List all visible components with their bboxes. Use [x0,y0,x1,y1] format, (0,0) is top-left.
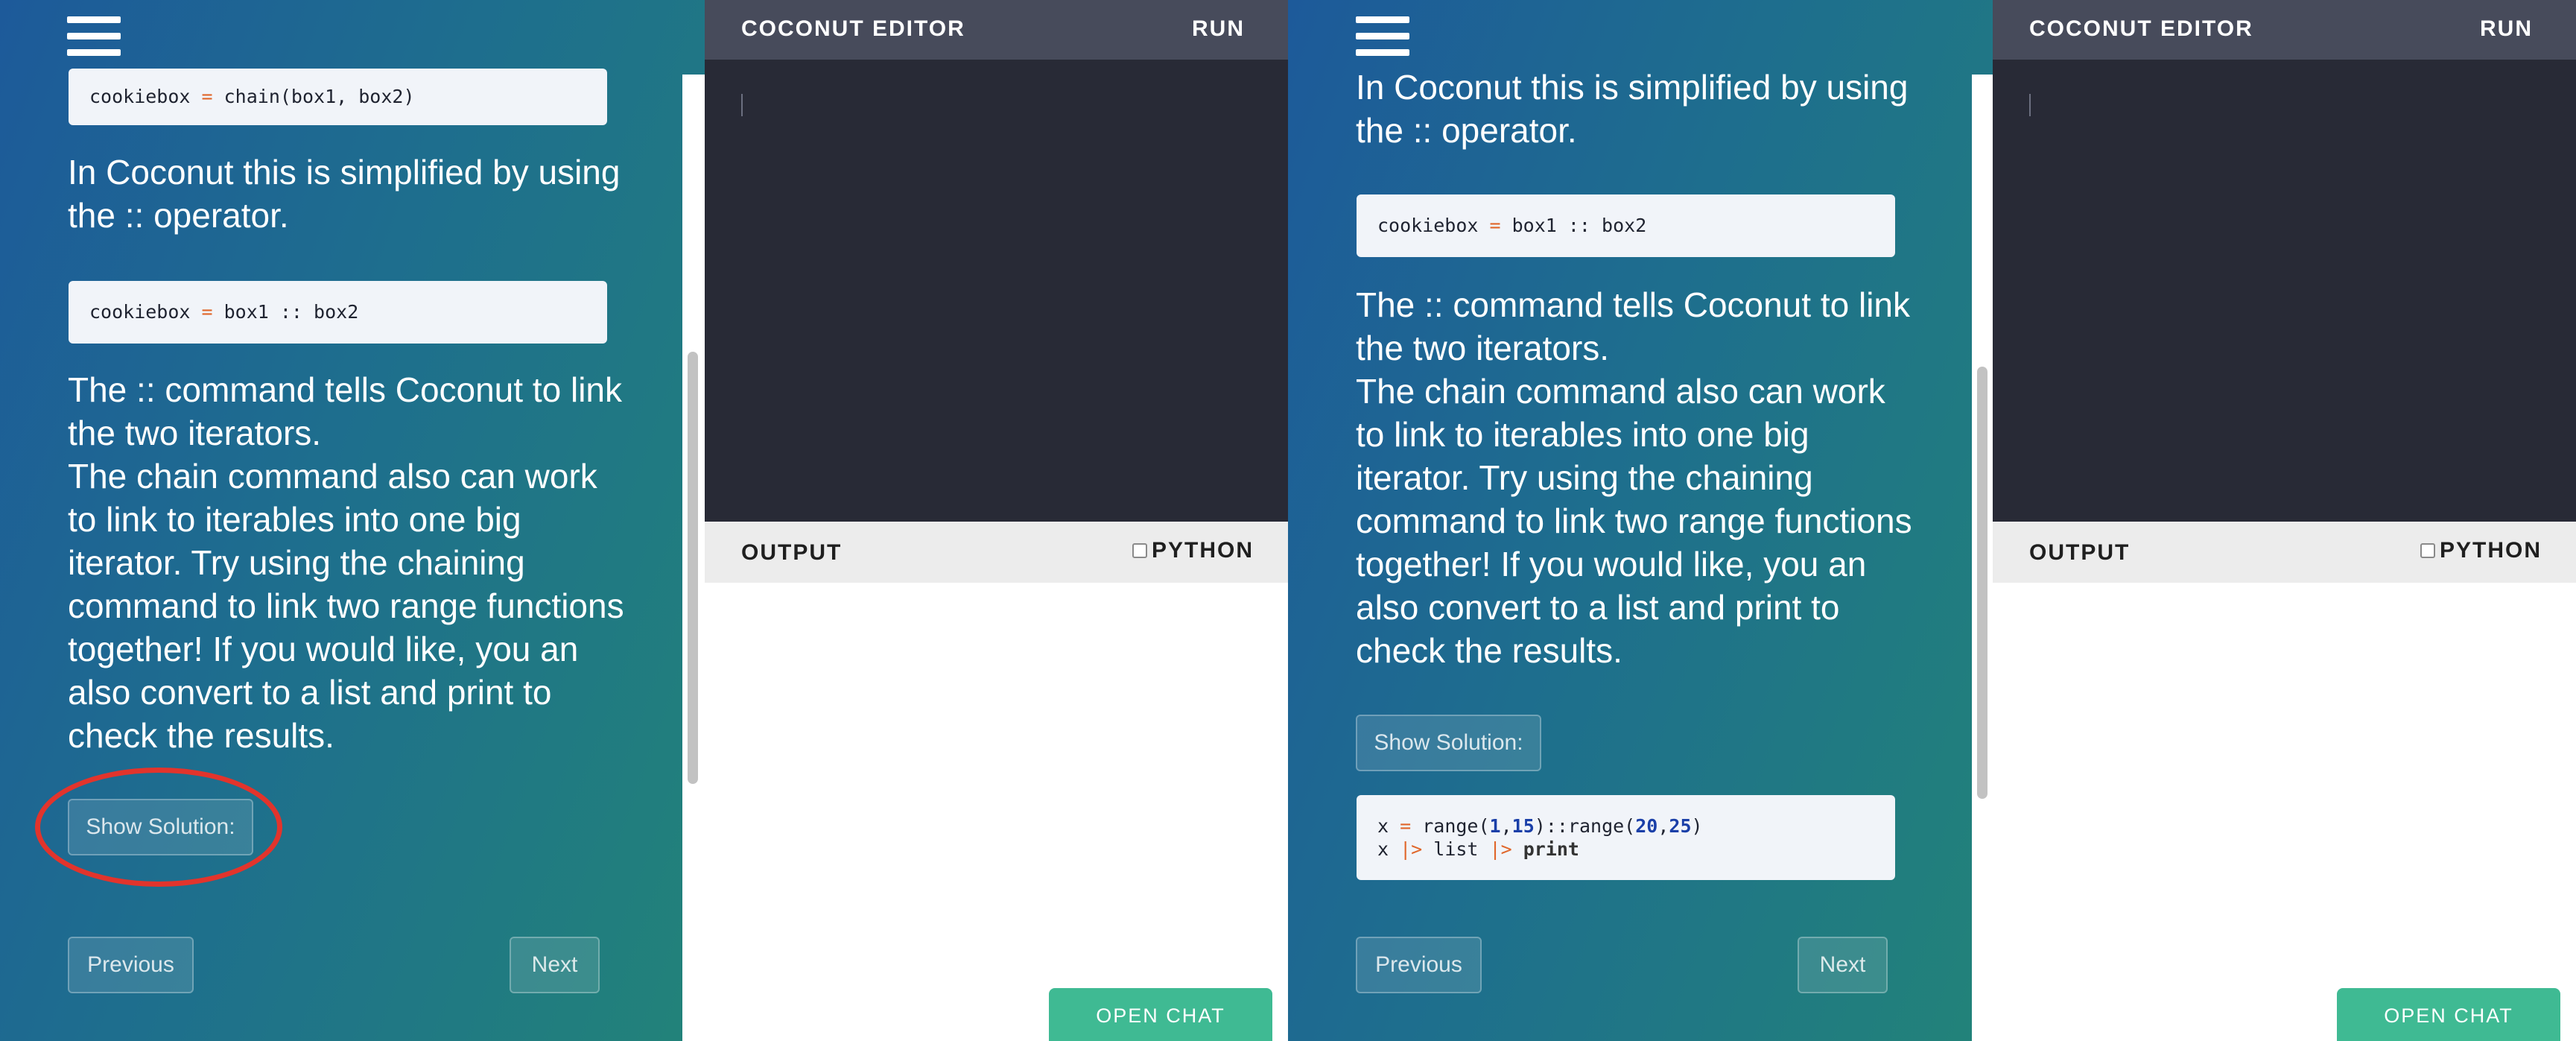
previous-button[interactable]: Previous [1356,937,1482,993]
code-input-area[interactable] [1993,60,2576,522]
scrollbar-thumb[interactable] [1977,367,1987,800]
python-toggle[interactable]: PYTHON [2420,538,2542,563]
output-area [705,583,1288,1041]
run-button[interactable]: RUN [2480,16,2533,42]
solution-line-1: x = range(1,15)::range(20,25) [1377,815,1703,837]
output-bar: OUTPUT PYTHON [1993,522,2576,583]
output-label: OUTPUT [2029,540,2131,565]
screenshot-left: cookiebox = chain(box1, box2) In Coconut… [0,0,1288,1041]
code-block-chain: cookiebox = chain(box1, box2) [69,69,607,125]
editor-header: COCONUT EDITOR RUN [1993,0,2576,60]
output-label: OUTPUT [741,540,843,565]
code-block-colon: cookiebox = box1 :: box2 [1357,194,1895,257]
editor-pane: COCONUT EDITOR RUN OUTPUT PYTHON OPEN CH… [705,0,1288,1041]
editor-pane: COCONUT EDITOR RUN OUTPUT PYTHON OPEN CH… [1993,0,2576,1041]
python-checkbox[interactable] [1132,543,1147,558]
solution-line-2: x |> list |> print [1377,838,1579,860]
lesson-pane: cookiebox = chain(box1, box2) In Coconut… [0,0,705,1041]
code-block-colon: cookiebox = box1 :: box2 [69,281,607,344]
editor-title: COCONUT EDITOR [2029,16,2253,41]
text-cursor [2029,94,2031,116]
editor-header: COCONUT EDITOR RUN [705,0,1288,60]
open-chat-button[interactable]: OPEN CHAT [1049,988,1272,1041]
intro-paragraph: In Coconut this is simplified by using t… [68,153,621,235]
show-solution-button[interactable]: Show Solution: [1356,715,1541,771]
scrollbar-thumb[interactable] [688,352,698,785]
python-label: PYTHON [2439,538,2542,563]
next-button[interactable]: Next [1798,937,1888,993]
highlight-circle-annotation [35,768,282,887]
menu-icon[interactable] [67,16,121,57]
previous-button[interactable]: Previous [68,937,194,993]
lesson-pane: In Coconut this is simplified by using t… [1288,0,1993,1041]
code-input-area[interactable] [705,60,1288,522]
open-chat-button[interactable]: OPEN CHAT [2337,988,2560,1041]
instruction-paragraph: The :: command tells Coconut to link the… [1356,285,1912,670]
python-label: PYTHON [1151,538,1254,563]
python-checkbox[interactable] [2420,543,2435,558]
text-cursor [741,94,743,116]
run-button[interactable]: RUN [1192,16,1245,42]
next-button[interactable]: Next [510,937,600,993]
output-area [1993,583,2576,1041]
python-toggle[interactable]: PYTHON [1132,538,1254,563]
solution-code-block: x = range(1,15)::range(20,25) x |> list … [1357,795,1895,880]
menu-icon[interactable] [1356,16,1409,57]
editor-title: COCONUT EDITOR [741,16,965,41]
output-bar: OUTPUT PYTHON [705,522,1288,583]
instruction-paragraph: The :: command tells Coconut to link the… [68,370,624,755]
intro-paragraph: In Coconut this is simplified by using t… [1356,68,1909,150]
screenshot-right: In Coconut this is simplified by using t… [1288,0,2576,1041]
